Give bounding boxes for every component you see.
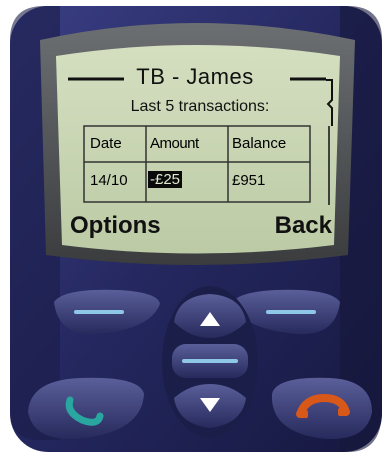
row-date: 14/10 xyxy=(90,172,128,189)
transactions-table: Date Amount Balance 14/10 -£25 £951 xyxy=(84,126,310,202)
row-balance: £951 xyxy=(232,172,266,189)
row-amount-highlighted[interactable]: -£25 xyxy=(148,171,183,188)
column-header-amount: Amount xyxy=(150,135,199,152)
softkey-label-options[interactable]: Options xyxy=(70,212,161,240)
screen-subtitle: Last 5 transactions: xyxy=(130,98,270,115)
column-header-balance: Balance xyxy=(232,135,287,152)
softkey-label-back[interactable]: Back xyxy=(275,212,332,240)
screen-title: TB - James xyxy=(136,64,254,89)
column-header-date: Date xyxy=(90,135,122,152)
